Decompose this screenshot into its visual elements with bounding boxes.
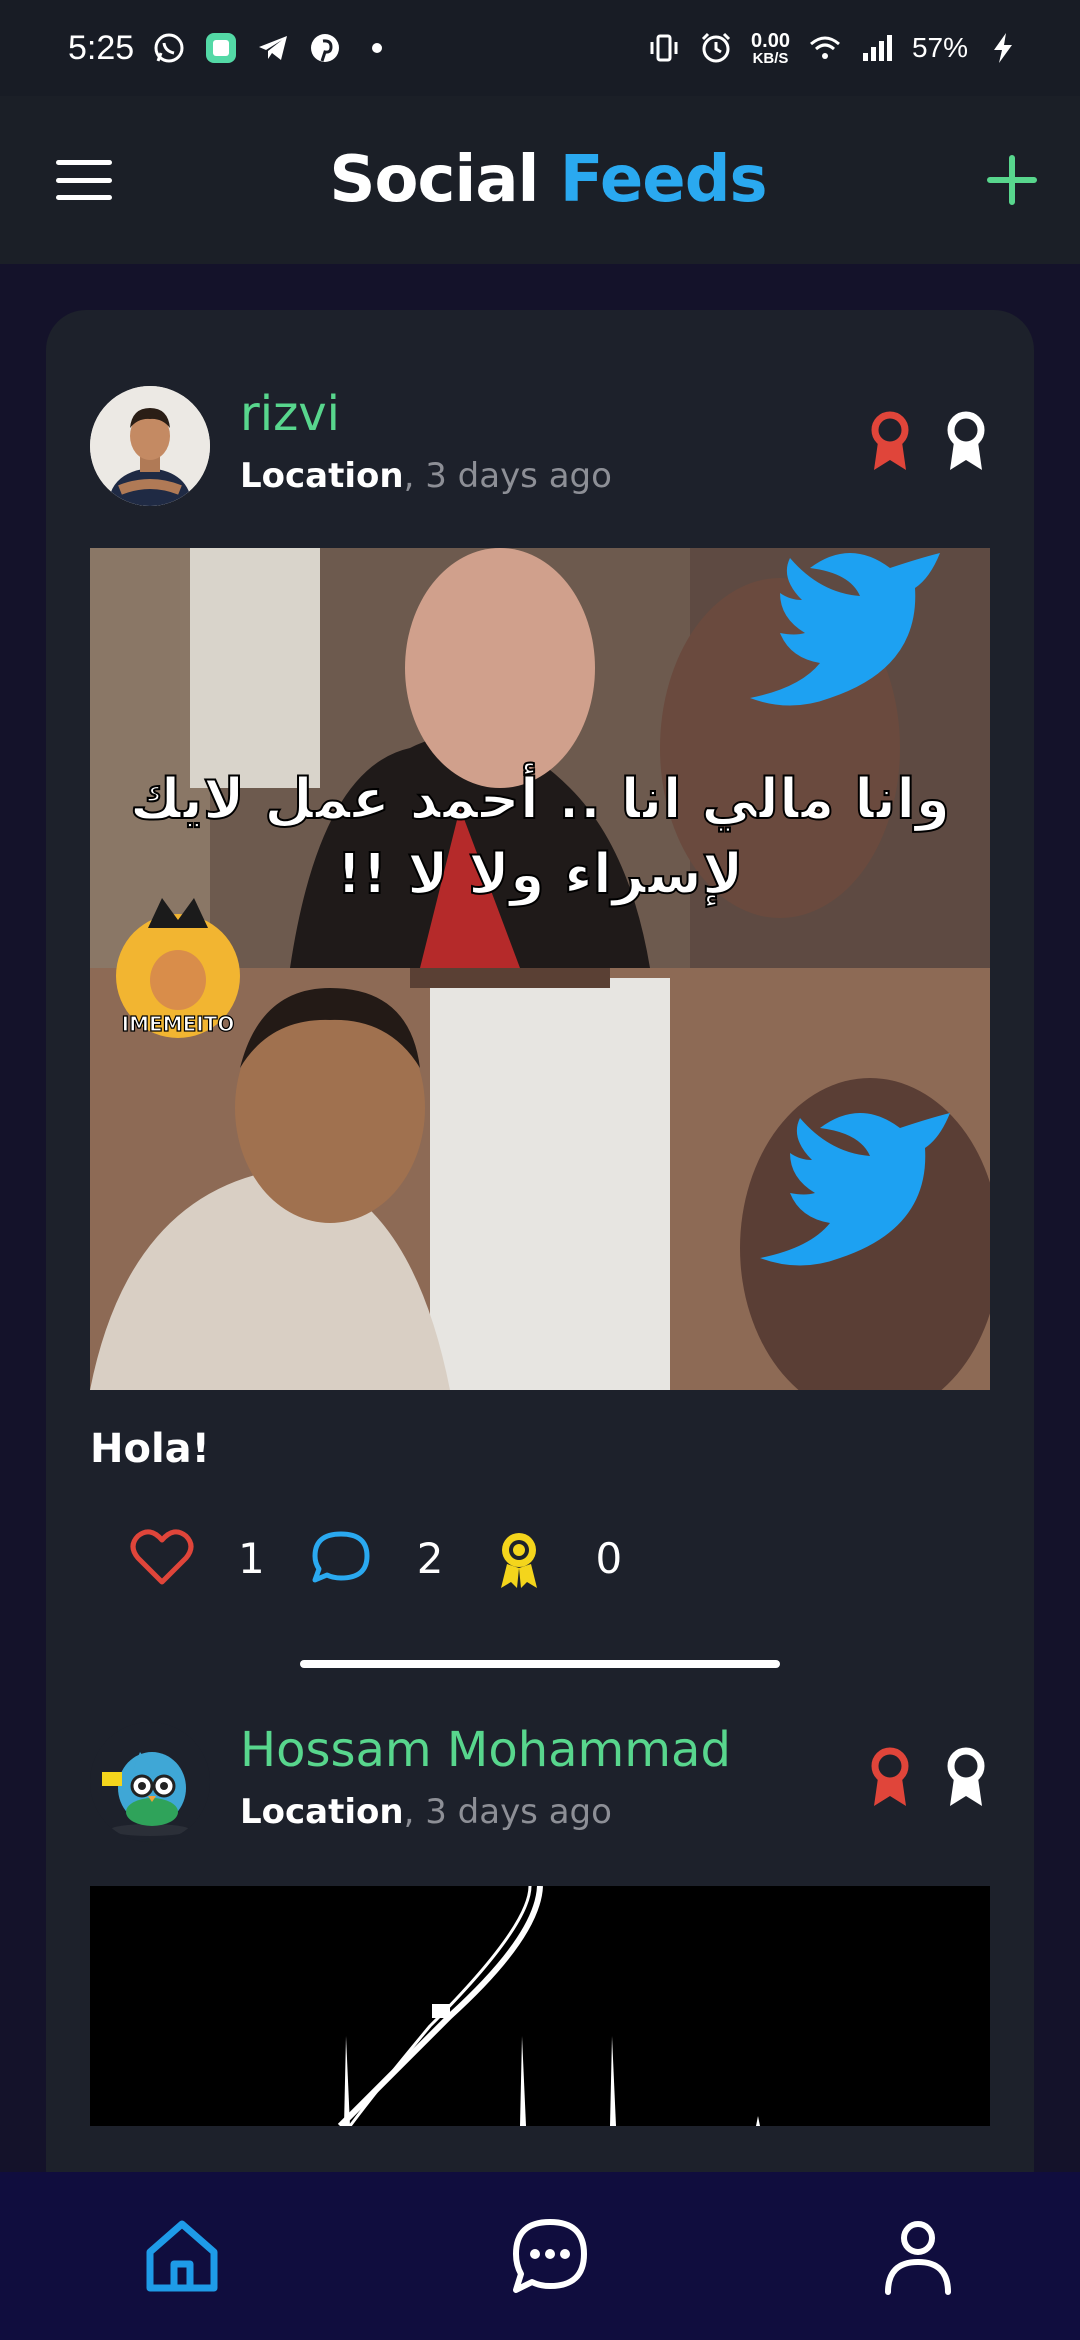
post-meta: Location, 3 days ago	[240, 456, 612, 496]
menu-icon	[56, 160, 112, 165]
nav-home-button[interactable]	[140, 2214, 224, 2298]
meme-image: IMEMEITO وانا مالي انا .. أحمد عمل لايك …	[90, 548, 990, 1390]
status-bar-right: 0.00 KB/S 57%	[647, 31, 1020, 66]
avatar[interactable]	[90, 386, 210, 506]
user-profile-icon	[885, 2221, 951, 2295]
award-ribbon-icon	[501, 1533, 538, 1588]
image-watermark-text: IMEMEITO	[122, 1012, 235, 1036]
signal-icon	[860, 31, 894, 65]
charging-icon	[986, 31, 1020, 65]
network-speed-value: 0.00	[751, 29, 790, 52]
red-ribbon-icon[interactable]	[866, 410, 914, 474]
title-social: Social	[329, 143, 539, 217]
network-speed: 0.00 KB/S	[751, 31, 790, 66]
pinterest-icon	[308, 31, 342, 65]
post-caption: Hola!	[90, 1426, 210, 1472]
status-bar: 5:25 0.00 KB/S 57%	[0, 0, 1080, 96]
app-bar: Social Feeds	[0, 96, 1080, 264]
chat-bubble-icon	[513, 2219, 587, 2293]
bottom-navigation	[0, 2172, 1080, 2340]
telegram-icon	[256, 31, 290, 65]
home-icon	[146, 2220, 218, 2292]
title-feeds: Feeds	[559, 143, 768, 217]
add-post-button[interactable]	[984, 152, 1040, 208]
nav-profile-button[interactable]	[876, 2214, 960, 2298]
post-header: rizvi Location, 3 days ago	[90, 386, 990, 516]
image-text-line2: لإسراء ولا لا !!	[336, 842, 743, 907]
white-ribbon-icon[interactable]	[942, 410, 990, 474]
white-ribbon-icon[interactable]	[942, 1746, 990, 1810]
avatar[interactable]	[90, 1722, 210, 1842]
like-button[interactable]: 1	[130, 1526, 309, 1590]
award-count: 0	[595, 1533, 623, 1583]
wifi-icon	[808, 31, 842, 65]
feed-post: Hossam Mohammad Location, 3 days ago	[46, 1650, 1034, 2210]
post-image[interactable]	[90, 1886, 990, 2126]
post-image-graphic	[337, 1886, 760, 2126]
post-time: , 3 days ago	[403, 1792, 612, 1832]
comment-bubble-icon	[312, 1531, 370, 1583]
post-header: Hossam Mohammad Location, 3 days ago	[90, 1722, 990, 1852]
red-ribbon-icon[interactable]	[866, 1746, 914, 1810]
post-author-name[interactable]: Hossam Mohammad	[240, 1722, 731, 1778]
comment-button[interactable]: 2	[309, 1526, 488, 1590]
post-meta: Location, 3 days ago	[240, 1792, 612, 1832]
post-badges	[866, 410, 990, 474]
vibrate-icon	[647, 31, 681, 65]
like-count: 1	[238, 1533, 265, 1583]
network-speed-unit: KB/S	[752, 49, 789, 67]
alarm-icon	[699, 31, 733, 65]
status-time: 5:25	[68, 28, 135, 67]
plus-icon	[987, 155, 1037, 205]
post-location: Location	[240, 1792, 404, 1832]
feed-list[interactable]: rizvi Location, 3 days ago IMEMEITO وانا…	[46, 310, 1034, 2210]
comment-count: 2	[416, 1533, 444, 1583]
more-notifications-dot-icon	[360, 31, 394, 65]
post-time: , 3 days ago	[403, 456, 612, 496]
whatsapp-icon	[152, 31, 186, 65]
menu-button[interactable]	[56, 160, 112, 200]
post-location: Location	[240, 456, 404, 496]
post-image[interactable]: IMEMEITO وانا مالي انا .. أحمد عمل لايك …	[90, 548, 990, 1390]
post-author-name[interactable]: rizvi	[240, 386, 340, 442]
post-actions: 1 2 0	[130, 1526, 666, 1590]
image-text-line1: وانا مالي انا .. أحمد عمل لايك	[130, 762, 950, 832]
post-badges	[866, 1746, 990, 1810]
award-button[interactable]: 0	[487, 1526, 666, 1590]
feed-post: rizvi Location, 3 days ago IMEMEITO وانا…	[46, 310, 1034, 1668]
heart-icon	[130, 1529, 194, 1585]
app-notification-icon	[204, 31, 238, 65]
status-bar-left: 5:25	[68, 29, 394, 68]
battery-percentage: 57%	[911, 32, 968, 63]
page-title: Social Feeds	[329, 143, 768, 217]
nav-chat-button[interactable]	[508, 2214, 592, 2298]
